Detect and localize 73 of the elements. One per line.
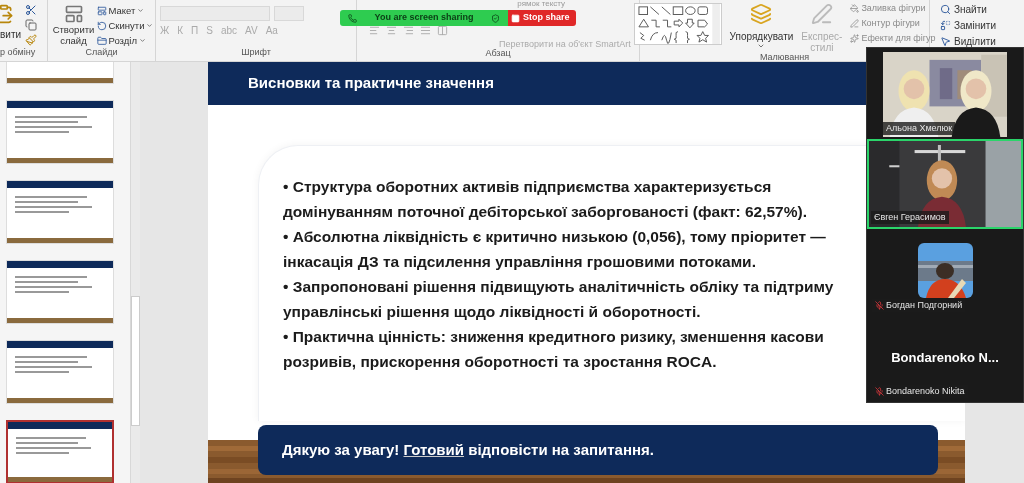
editing-icon xyxy=(940,36,951,47)
font-size-field[interactable] xyxy=(274,6,304,21)
slides-option-icon xyxy=(96,5,107,16)
shape-option-icon xyxy=(850,19,860,28)
format-button[interactable]: abc xyxy=(220,26,238,36)
screen-sharing-banner: You are screen sharing xyxy=(340,10,508,26)
stop-share-button[interactable]: Stop share xyxy=(508,10,576,26)
quick-styles-button[interactable]: Експрес- стилі xyxy=(801,3,843,53)
align-left-icon[interactable] xyxy=(369,25,380,36)
bullet-text-line: інкасація ДЗ та підсилення управління грошовими потоками. xyxy=(283,252,756,272)
shapes-gallery[interactable] xyxy=(633,3,722,45)
bullet-text-line: управлінські рішення щодо ліквідності й оборотності. xyxy=(283,302,701,322)
shield-icon xyxy=(491,13,500,23)
shape-option-button[interactable]: Ефекти для фігур xyxy=(850,33,936,44)
group-label: р обміну xyxy=(0,48,37,57)
group-label: Малювання xyxy=(759,53,810,62)
caret-icon xyxy=(757,42,766,50)
shape-option-icon xyxy=(850,4,860,13)
quick-styles-icon xyxy=(810,3,833,25)
scrollbar[interactable] xyxy=(130,62,140,483)
paste-icon[interactable] xyxy=(0,4,14,24)
format-button[interactable]: П xyxy=(191,26,199,36)
editing-button[interactable]: Виділити xyxy=(940,35,1024,48)
shape-option-button[interactable]: Заливка фігури xyxy=(850,3,936,14)
columns-icon[interactable] xyxy=(437,25,448,36)
bullet-text-line: розривів, прискорення оборотності та зростання ROCA. xyxy=(283,352,717,372)
editing-button[interactable]: Замінити xyxy=(940,19,1024,32)
new-slide-icon xyxy=(63,4,84,24)
stop-icon xyxy=(511,13,520,23)
format-painter-icon[interactable] xyxy=(25,34,38,46)
shape-option-button[interactable]: Контур фігури xyxy=(850,18,936,29)
font-name-field[interactable] xyxy=(160,6,270,21)
new-slide-button[interactable]: Створити слайд xyxy=(53,4,94,47)
slides-option-icon xyxy=(96,20,107,31)
slides-menu-button[interactable]: Скинути xyxy=(96,19,154,32)
participant-display-name: Bondarenoko N... xyxy=(891,348,999,367)
slides-menu-button[interactable]: Макет xyxy=(96,4,154,17)
participant-name-tag: Євген Герасимов xyxy=(871,211,949,224)
group-label: Абзац xyxy=(485,49,511,58)
format-button[interactable]: Aa xyxy=(265,26,278,36)
participant-name-tag: Альона Хмелюк xyxy=(883,122,956,135)
format-button[interactable]: S xyxy=(206,26,213,36)
editing-button[interactable]: Знайти xyxy=(940,3,1024,16)
format-button[interactable]: AV xyxy=(245,26,258,36)
shape-option-icon xyxy=(850,34,860,43)
phone-icon xyxy=(348,13,357,23)
slides-option-icon xyxy=(96,35,107,46)
group-label: Шрифт xyxy=(241,48,271,57)
bullet-text-line: • Запропоновані рішення підвищують аналітичність обліку та підтриму xyxy=(283,277,834,297)
paste-button[interactable]: вити xyxy=(0,30,22,40)
justify-icon[interactable] xyxy=(420,25,431,36)
bullet-text-line: • Абсолютна ліквідність є критично низькою (0,056), тому пріоритет — xyxy=(283,227,826,247)
slide-thumbnail[interactable] xyxy=(6,420,114,483)
format-button[interactable]: Ж xyxy=(160,26,170,36)
align-center-icon[interactable] xyxy=(386,25,397,36)
copy-icon[interactable] xyxy=(25,19,38,31)
arrange-icon xyxy=(750,3,773,25)
align-right-icon[interactable] xyxy=(403,25,414,36)
slide-title: Висновки та практичне значення xyxy=(248,73,494,94)
scroll-thumb[interactable] xyxy=(131,296,140,426)
bullet-text-line: • Практична цінність: зниження кредитного ризику, зменшення касови xyxy=(283,327,824,347)
slides-menu-button[interactable]: Розділ xyxy=(96,34,154,47)
text-direction-label[interactable]: рямок тексту xyxy=(517,0,565,8)
group-label: Слайди xyxy=(85,48,118,57)
cut-icon[interactable] xyxy=(25,4,38,16)
footer-text: Дякую за увагу! Готовий відповісти на запитання. xyxy=(282,439,654,460)
participant-name-tag: Bondarenoko Nikita xyxy=(872,385,968,398)
bullet-text-line: • Структура оборотних активів підприємства характеризується xyxy=(283,177,772,197)
bullet-text-line: домінуванням поточної дебіторської заборгованості (факт: 62,57%). xyxy=(283,202,807,222)
editing-icon xyxy=(940,20,951,31)
arrange-button[interactable]: Упорядкувати xyxy=(729,3,794,50)
editing-icon xyxy=(940,4,951,15)
format-button[interactable]: К xyxy=(177,26,184,36)
